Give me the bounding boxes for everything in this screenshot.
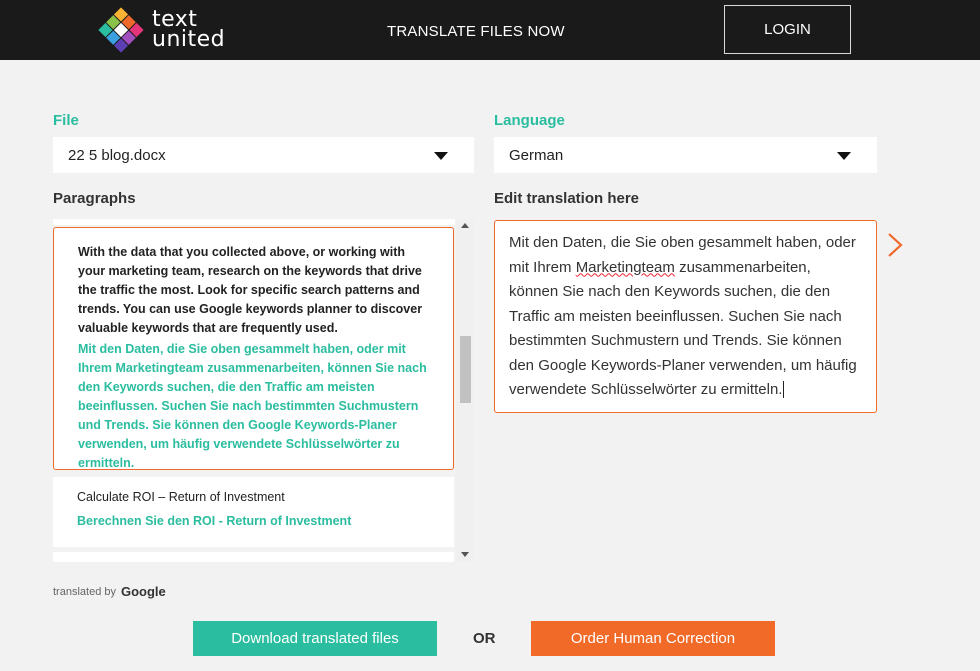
language-select-value: German — [509, 146, 564, 164]
nav-translate-files-link[interactable]: TRANSLATE FILES NOW — [387, 23, 565, 40]
translated-by-text: translated by — [53, 585, 116, 598]
top-navigation-bar: text united TRANSLATE FILES NOW LOGIN — [0, 0, 980, 60]
paragraph-translation-text: Mit den Daten, die Sie oben gesammelt ha… — [78, 342, 427, 470]
scroll-down-icon[interactable] — [461, 552, 469, 557]
language-select[interactable]: German — [494, 137, 877, 173]
edit-translation-label: Edit translation here — [494, 190, 640, 207]
next-arrow-icon[interactable] — [884, 232, 906, 258]
editor-text-part2: zusammenarbeiten, können Sie nach den Ke… — [509, 258, 857, 399]
text-cursor — [783, 381, 785, 398]
file-label: File — [53, 112, 79, 129]
file-select-value: 22 5 blog.docx — [68, 146, 166, 164]
paragraphs-label: Paragraphs — [53, 190, 136, 207]
or-separator: OR — [473, 630, 496, 647]
paragraph-card[interactable]: Calculate ROI – Return of Investment Ber… — [53, 477, 454, 547]
google-logo: Google — [120, 584, 166, 599]
order-human-correction-button[interactable]: Order Human Correction — [531, 621, 775, 656]
textunited-logo-icon — [98, 7, 144, 53]
paragraph-next-card[interactable] — [53, 552, 454, 562]
paragraph-card-active[interactable]: With the data that you collected above, … — [53, 227, 454, 470]
paragraph-translation-text: Berechnen Sie den ROI - Return of Invest… — [77, 514, 352, 528]
logo-wordmark: text united — [152, 9, 226, 52]
paragraph-list[interactable]: With the data that you collected above, … — [53, 219, 474, 562]
download-translated-files-button[interactable]: Download translated files — [193, 621, 437, 656]
scroll-up-icon[interactable] — [461, 223, 469, 228]
dropdown-caret-icon — [434, 152, 448, 160]
paragraph-source-text: With the data that you collected above, … — [78, 245, 423, 335]
logo-text-line2: united — [152, 27, 226, 52]
dropdown-caret-icon — [837, 152, 851, 160]
textunited-logo[interactable]: text united — [96, 4, 236, 56]
paragraph-source-text: Calculate ROI – Return of Investment — [77, 490, 285, 504]
file-select[interactable]: 22 5 blog.docx — [53, 137, 474, 173]
translation-editor[interactable]: Mit den Daten, die Sie oben gesammelt ha… — [494, 220, 877, 413]
translated-by-attribution: translated by Google — [53, 584, 166, 599]
login-button[interactable]: LOGIN — [724, 5, 851, 54]
paragraph-prev-card[interactable] — [53, 219, 455, 225]
paragraph-list-scrollbar[interactable] — [456, 219, 474, 562]
language-label: Language — [494, 112, 565, 129]
editor-misspelled-word: Marketingteam — [575, 258, 675, 276]
scrollbar-thumb[interactable] — [460, 336, 471, 403]
